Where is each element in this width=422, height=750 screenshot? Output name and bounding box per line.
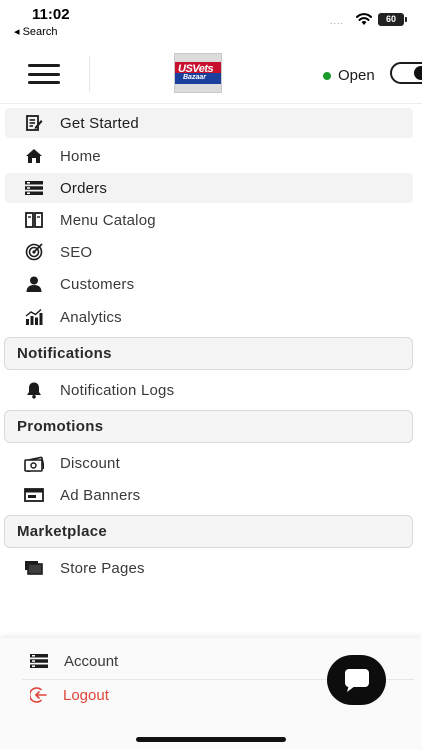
status-bar: 11:02 ◂ Search .... 60 (0, 0, 422, 44)
orders-list-icon (24, 178, 44, 198)
menu-item-label: Get Started (60, 114, 139, 132)
pages-icon (24, 558, 44, 578)
menu-item-label: Orders (60, 179, 108, 197)
menu-item-notification-logs[interactable]: Notification Logs (5, 375, 413, 405)
menu-item-menu-catalog[interactable]: Menu Catalog (5, 205, 413, 235)
target-icon (24, 242, 44, 262)
clock: 11:02 (32, 6, 70, 23)
menu-item-discount[interactable]: Discount (5, 448, 413, 478)
hamburger-menu-button[interactable] (28, 64, 60, 84)
logo-sub-text: Bazaar (183, 74, 206, 81)
back-to-search-link[interactable]: ◂ Search (14, 25, 57, 38)
menu-item-label: Ad Banners (60, 486, 141, 504)
menu-item-label: Store Pages (60, 559, 145, 577)
banner-icon (24, 485, 44, 505)
toggle-knob (414, 66, 422, 80)
store-status-dot (323, 72, 331, 80)
menu-item-label: Notification Logs (60, 381, 175, 399)
store-status-label: Open (338, 67, 375, 84)
menu-item-ad-banners[interactable]: Ad Banners (5, 480, 413, 510)
signal-icon: .... (330, 16, 345, 26)
menu-item-analytics[interactable]: Analytics (5, 302, 413, 332)
section-notifications[interactable]: Notifications (4, 337, 413, 370)
menu-item-label: Analytics (60, 308, 122, 326)
account-label: Account (64, 652, 119, 670)
app-header: USVets Bazaar Open (0, 44, 422, 104)
logout-label: Logout (63, 686, 109, 704)
wifi-icon (356, 13, 372, 25)
menu-item-label: Menu Catalog (60, 211, 156, 229)
menu-item-get-started[interactable]: Get Started (5, 108, 413, 138)
menu-item-seo[interactable]: SEO (5, 237, 413, 267)
battery-icon: 60 (378, 13, 404, 26)
bell-icon (24, 380, 44, 400)
menu-item-label: Home (60, 147, 101, 165)
logout-icon (29, 685, 49, 705)
brand-logo: USVets Bazaar (174, 53, 222, 93)
header-divider (89, 56, 90, 92)
menu-item-customers[interactable]: Customers (5, 269, 413, 299)
chat-bubble-icon (344, 669, 369, 692)
money-icon (24, 453, 44, 473)
menu-item-label: SEO (60, 243, 93, 261)
book-icon (24, 210, 44, 230)
menu-item-store-pages[interactable]: Store Pages (5, 553, 413, 583)
menu-item-home[interactable]: Home (5, 141, 413, 171)
menu-item-label: Customers (60, 275, 135, 293)
battery-tip (405, 17, 407, 22)
account-list-icon (29, 651, 49, 671)
menu-item-label: Discount (60, 454, 120, 472)
section-promotions[interactable]: Promotions (4, 410, 413, 443)
home-indicator[interactable] (136, 737, 286, 742)
bar-chart-icon (24, 307, 44, 327)
home-icon (24, 146, 44, 166)
menu-item-orders[interactable]: Orders (5, 173, 413, 203)
chat-button[interactable] (327, 655, 386, 705)
store-open-toggle[interactable] (390, 62, 422, 84)
user-icon (24, 274, 44, 294)
section-marketplace[interactable]: Marketplace (4, 515, 413, 548)
edit-document-icon (24, 113, 44, 133)
